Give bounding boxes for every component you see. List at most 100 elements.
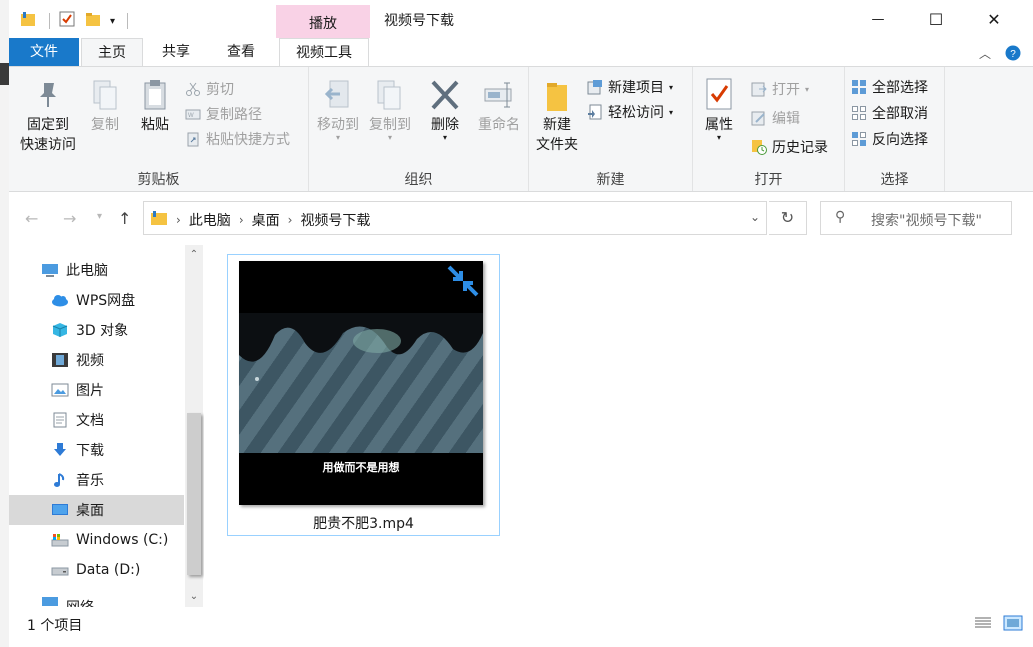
svg-text:W: W bbox=[188, 113, 194, 119]
minimize-button[interactable]: — bbox=[849, 0, 907, 38]
nav-item-network[interactable]: 网络 bbox=[9, 593, 184, 607]
scroll-down-arrow-icon[interactable]: ⌄ bbox=[185, 591, 203, 602]
download-icon bbox=[51, 442, 69, 458]
customize-qat-icon[interactable]: ▾ bbox=[110, 16, 115, 27]
breadcrumb-separator-icon[interactable]: › bbox=[239, 213, 244, 227]
nav-item-pictures[interactable]: 图片 bbox=[9, 375, 184, 405]
clipboard-group-label: 剪贴板 bbox=[137, 172, 180, 188]
breadcrumb-separator-icon[interactable]: › bbox=[288, 213, 293, 227]
tab-home[interactable]: 主页 bbox=[81, 38, 143, 67]
scroll-up-arrow-icon[interactable]: ⌃ bbox=[185, 249, 203, 260]
music-icon bbox=[51, 472, 69, 488]
paste-button[interactable]: 粘贴 bbox=[135, 77, 175, 135]
history-button[interactable]: 历史记录 bbox=[751, 135, 828, 159]
tab-view[interactable]: 查看 bbox=[213, 38, 269, 66]
scissors-icon bbox=[185, 81, 201, 97]
nav-item-documents[interactable]: 文档 bbox=[9, 405, 184, 435]
new-folder-qat-icon[interactable] bbox=[84, 10, 102, 32]
new-folder-button[interactable]: 新建 文件夹 bbox=[533, 77, 581, 155]
new-folder-icon bbox=[541, 77, 573, 113]
open-group-label: 打开 bbox=[754, 172, 783, 188]
back-arrow-icon[interactable]: ← bbox=[25, 209, 38, 228]
desktop-icon bbox=[51, 502, 69, 518]
invert-selection-icon bbox=[851, 131, 867, 147]
new-item-button[interactable]: 新建项目 ▾ bbox=[587, 75, 673, 99]
move-to-icon bbox=[322, 77, 354, 113]
nav-item-videos[interactable]: 视频 bbox=[9, 345, 184, 375]
cube-icon bbox=[51, 322, 69, 338]
navigation-row: ← → ▾ ↑ › 此电脑 › 桌面 › 视频号下载 ⌄ ↻ ⚲ 搜索"视频号下… bbox=[9, 193, 1033, 245]
forward-arrow-icon[interactable]: → bbox=[63, 209, 76, 228]
copy-to-button[interactable]: 复制到 ▾ bbox=[365, 77, 415, 142]
properties-button[interactable]: 属性 ▾ bbox=[699, 77, 739, 142]
breadcrumb-current-folder[interactable]: 视频号下载 bbox=[300, 210, 370, 230]
nav-pane-scrollbar[interactable]: ⌃ ⌄ bbox=[185, 245, 203, 607]
maximize-button[interactable]: ☐ bbox=[907, 0, 965, 38]
tab-video-tools[interactable]: 视频工具 bbox=[279, 38, 369, 66]
folder-explorer-icon bbox=[19, 10, 37, 32]
copy-icon bbox=[89, 77, 121, 113]
copy-button[interactable]: 复制 bbox=[85, 77, 125, 135]
rename-button[interactable]: 重命名 bbox=[473, 77, 525, 135]
easy-access-button[interactable]: 轻松访问 ▾ bbox=[587, 100, 673, 124]
tab-file[interactable]: 文件 bbox=[9, 38, 79, 66]
expand-arrows-icon bbox=[445, 263, 481, 303]
drive-icon bbox=[51, 532, 69, 548]
nav-item-downloads[interactable]: 下载 bbox=[9, 435, 184, 465]
copy-path-button[interactable]: W 复制路径 bbox=[185, 102, 262, 126]
new-group: 新建 文件夹 新建项目 ▾ 轻松访问 ▾ 新建 bbox=[529, 67, 693, 191]
clipboard-group: 固定到 快速访问 复制 粘贴 剪切 W 复制路径 粘贴快捷方式 剪贴板 bbox=[9, 67, 309, 191]
delete-x-icon bbox=[429, 77, 461, 113]
nav-item-drive-d[interactable]: Data (D:) bbox=[9, 555, 184, 585]
breadcrumb-separator-icon[interactable]: › bbox=[176, 213, 181, 227]
search-placeholder: 搜索"视频号下载" bbox=[871, 213, 982, 229]
nav-item-this-pc[interactable]: 此电脑 bbox=[9, 255, 184, 285]
collapse-ribbon-icon[interactable]: ︿ bbox=[979, 45, 991, 65]
address-history-chevron-icon[interactable]: ⌄ bbox=[750, 210, 760, 224]
select-all-button[interactable]: 全部选择 bbox=[851, 75, 928, 99]
status-bar: 1 个项目 bbox=[9, 607, 1033, 647]
select-none-button[interactable]: 全部取消 bbox=[851, 101, 928, 125]
nav-item-drive-c[interactable]: Windows (C:) bbox=[9, 525, 184, 555]
properties-qat-icon[interactable] bbox=[58, 10, 76, 32]
video-frame-image bbox=[239, 313, 483, 453]
picture-icon bbox=[51, 382, 69, 398]
pin-quick-access-button[interactable]: 固定到 快速访问 bbox=[17, 77, 79, 155]
ribbon-tabs: 文件 主页 共享 查看 视频工具 ︿ ? bbox=[9, 38, 1033, 67]
select-group: 全部选择 全部取消 反向选择 选择 bbox=[845, 67, 945, 191]
file-item[interactable]: 用做而不是用想 肥贵不肥3.mp4 bbox=[227, 254, 500, 536]
properties-icon bbox=[703, 77, 735, 113]
open-button[interactable]: 打开 ▾ bbox=[751, 77, 809, 101]
cut-button[interactable]: 剪切 bbox=[185, 77, 234, 101]
move-to-button[interactable]: 移动到 ▾ bbox=[313, 77, 363, 142]
close-button[interactable]: ✕ bbox=[965, 0, 1023, 38]
refresh-icon: ↻ bbox=[780, 208, 795, 227]
nav-item-3d-objects[interactable]: 3D 对象 bbox=[9, 315, 184, 345]
refresh-button[interactable]: ↻ bbox=[769, 201, 807, 235]
search-box[interactable]: ⚲ 搜索"视频号下载" bbox=[820, 201, 1012, 235]
history-icon bbox=[751, 139, 767, 155]
help-icon[interactable]: ? bbox=[1005, 45, 1021, 65]
details-view-icon[interactable] bbox=[973, 615, 993, 635]
svg-text:?: ? bbox=[1010, 49, 1016, 60]
breadcrumb-this-pc[interactable]: 此电脑 bbox=[189, 210, 231, 230]
invert-selection-button[interactable]: 反向选择 bbox=[851, 127, 928, 151]
organize-group-label: 组织 bbox=[404, 172, 433, 188]
nav-item-music[interactable]: 音乐 bbox=[9, 465, 184, 495]
up-arrow-icon[interactable]: ↑ bbox=[118, 209, 131, 228]
breadcrumb-desktop[interactable]: 桌面 bbox=[252, 210, 280, 230]
navigation-pane: 此电脑 WPS网盘 3D 对象 视频 图片 文档 下载 音乐 桌面 Window… bbox=[9, 245, 203, 607]
rename-icon bbox=[483, 77, 515, 113]
tab-share[interactable]: 共享 bbox=[149, 38, 203, 66]
delete-button[interactable]: 删除 ▾ bbox=[427, 77, 463, 142]
scrollbar-thumb[interactable] bbox=[187, 413, 201, 575]
item-count: 1 个项目 bbox=[27, 618, 83, 634]
paste-shortcut-button[interactable]: 粘贴快捷方式 bbox=[185, 127, 290, 151]
address-bar[interactable]: › 此电脑 › 桌面 › 视频号下载 ⌄ bbox=[143, 201, 767, 235]
large-icons-view-icon[interactable] bbox=[1003, 615, 1023, 635]
recent-locations-chevron-icon[interactable]: ▾ bbox=[97, 211, 102, 222]
nav-item-wps-cloud[interactable]: WPS网盘 bbox=[9, 285, 184, 315]
select-none-icon bbox=[851, 105, 867, 121]
nav-item-desktop[interactable]: 桌面 bbox=[9, 495, 184, 525]
edit-button[interactable]: 编辑 bbox=[751, 106, 800, 130]
